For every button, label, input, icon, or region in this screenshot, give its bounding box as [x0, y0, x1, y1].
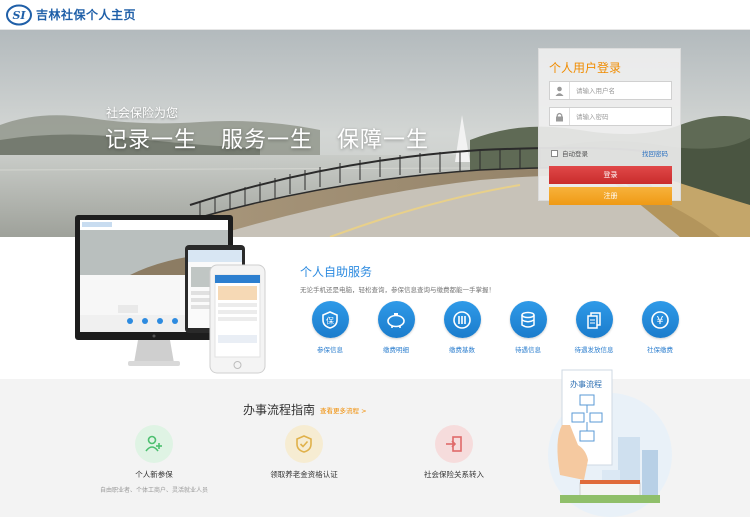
service-label: 参保信息: [317, 346, 343, 354]
svg-text:保: 保: [326, 315, 334, 325]
guide-item-new-insured[interactable]: 个人新参保 自由职业者、个体工商户、灵活就业人员: [74, 425, 234, 494]
service-label: 待遇信息: [515, 346, 541, 354]
self-service-subtitle: 无论手机还是电脑，轻松查询，参保信息查询与缴费都能一手掌握！: [300, 286, 495, 294]
service-label: 缴费基数: [449, 346, 475, 354]
guide-item-name: 领取养老金资格认证: [270, 470, 338, 479]
register-button[interactable]: 注册: [549, 187, 672, 205]
add-user-icon: [135, 425, 173, 463]
service-label: 缴费明细: [383, 346, 409, 354]
si-logo-icon[interactable]: SI: [6, 4, 32, 26]
svg-text:SI: SI: [12, 9, 26, 22]
chart-bars-icon: [443, 301, 481, 338]
auto-login-checkbox[interactable]: 自动登录: [551, 148, 588, 158]
yen-icon: ¥: [641, 301, 679, 338]
site-title[interactable]: 吉林社保个人主页: [36, 6, 136, 23]
service-item-payment-detail[interactable]: 缴费明细: [363, 301, 429, 354]
login-button[interactable]: 登录: [549, 166, 672, 184]
auto-login-label: 自动登录: [562, 150, 588, 158]
guide-title: 办事流程指南: [243, 403, 316, 417]
service-label: 社保缴费: [647, 346, 673, 354]
page: SI 吉林社保个人主页 社会保险为您 记录一生 服务一生 保障一生 个人用户登录…: [0, 0, 750, 517]
transfer-in-icon: [435, 425, 473, 463]
login-title: 个人用户登录: [549, 61, 622, 75]
more-process-link[interactable]: 查看更多流程 >: [320, 405, 367, 415]
service-item-social-payment[interactable]: ¥ 社保缴费: [627, 301, 693, 354]
shield-icon: 保: [311, 301, 349, 338]
login-panel: 个人用户登录 自动登录 找回密码 登录 注册: [538, 48, 681, 205]
password-input[interactable]: [570, 109, 670, 124]
hero-tagline: 社会保险为您: [106, 106, 179, 120]
top-header: SI 吉林社保个人主页: [0, 0, 750, 30]
shield-check-icon: [285, 425, 323, 463]
service-item-insurance-info[interactable]: 保 参保信息: [297, 301, 363, 354]
documents-icon: [575, 301, 613, 338]
self-service-title: 个人自助服务: [300, 265, 373, 279]
hero-slogan: 记录一生 服务一生 保障一生: [105, 128, 429, 153]
piggy-bank-icon: [377, 301, 415, 338]
username-input[interactable]: [570, 83, 670, 98]
service-item-benefit-payout[interactable]: 待遇发放信息: [561, 301, 627, 354]
self-service-list: 保 参保信息 缴费明细 缴费基数 待遇信息 待遇发放信息 ¥ 社保缴费: [297, 301, 693, 354]
service-label: 待遇发放信息: [574, 346, 614, 354]
coins-icon: [509, 301, 547, 338]
service-item-payment-base[interactable]: 缴费基数: [429, 301, 495, 354]
user-icon: [550, 82, 570, 99]
forgot-password-link[interactable]: 找回密码: [642, 148, 668, 158]
guide-item-pension-certification[interactable]: 领取养老金资格认证: [224, 425, 384, 480]
svg-text:¥: ¥: [657, 314, 664, 327]
checkbox-box[interactable]: [551, 149, 558, 157]
process-illustration: 办事流程: [548, 369, 672, 517]
password-field[interactable]: [549, 107, 672, 126]
guide-item-name: 个人新参保: [135, 470, 173, 479]
illustration-text: 办事流程: [570, 379, 602, 389]
guide-item-transfer-in[interactable]: 社会保险关系转入: [374, 425, 534, 480]
guide-item-name: 社会保险关系转入: [424, 470, 484, 479]
username-field[interactable]: [549, 81, 672, 100]
guide-item-desc: 自由职业者、个体工商户、灵活就业人员: [99, 487, 208, 494]
lock-icon: [550, 108, 570, 125]
devices-illustration: [75, 215, 266, 374]
service-item-benefit-info[interactable]: 待遇信息: [495, 301, 561, 354]
